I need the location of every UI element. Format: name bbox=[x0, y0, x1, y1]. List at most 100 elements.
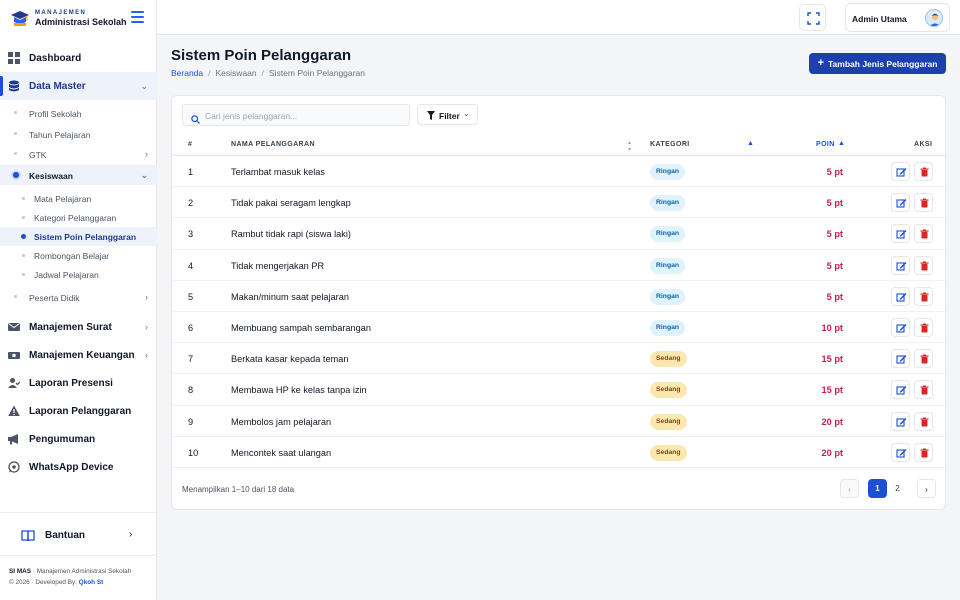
sidebar-item-label: Manajemen Keuangan bbox=[29, 349, 135, 361]
filter-button[interactable]: Filter ⌄ bbox=[417, 104, 478, 125]
pagination-page-2[interactable]: 2 bbox=[888, 479, 907, 498]
book-icon bbox=[21, 529, 35, 547]
edit-button[interactable] bbox=[891, 380, 910, 400]
violation-table-card: Filter ⌄ # NAMA PELANGGARAN ▴▾ KATEGORI … bbox=[171, 95, 946, 510]
sort-asc-icon[interactable]: ▲ bbox=[838, 140, 845, 147]
add-button-label: Tambah Jenis Pelanggaran bbox=[828, 58, 938, 69]
footer-copy: © 2026 · Developed By: bbox=[9, 578, 79, 586]
footer-dev[interactable]: Qkoh St bbox=[79, 579, 104, 586]
delete-button[interactable] bbox=[914, 380, 933, 400]
edit-icon bbox=[896, 417, 907, 427]
delete-button[interactable] bbox=[914, 193, 933, 213]
fullscreen-icon bbox=[807, 12, 820, 25]
edit-icon bbox=[896, 292, 907, 302]
breadcrumb-beranda[interactable]: Beranda bbox=[171, 68, 203, 78]
edit-button[interactable] bbox=[891, 255, 910, 275]
col-points[interactable]: POIN bbox=[816, 141, 835, 148]
row-number: 2 bbox=[188, 198, 194, 209]
category-badge: Sedang bbox=[650, 351, 687, 368]
delete-button[interactable] bbox=[914, 349, 933, 369]
points-value: 5 pt bbox=[826, 291, 843, 302]
category-badge: Ringan bbox=[650, 195, 686, 212]
sidebar-item-label: Manajemen Surat bbox=[29, 321, 112, 333]
edit-button[interactable] bbox=[891, 193, 910, 213]
pagination-page-1[interactable]: 1 bbox=[868, 479, 887, 498]
edit-icon bbox=[896, 199, 907, 208]
search-box[interactable] bbox=[182, 104, 410, 126]
sidebar-item-label: Dashboard bbox=[29, 53, 82, 64]
points-value: 20 pt bbox=[821, 447, 843, 458]
sidebar-item-pengumuman[interactable]: Pengumuman bbox=[0, 425, 157, 453]
edit-button[interactable] bbox=[891, 286, 910, 306]
sidebar-item-dashboard[interactable]: Dashboard bbox=[0, 44, 157, 72]
pagination-prev[interactable]: ‹ bbox=[840, 479, 859, 498]
pagination-next[interactable]: › bbox=[917, 479, 936, 498]
chevron-down-icon: ⌄ bbox=[140, 169, 148, 180]
search-input[interactable] bbox=[205, 108, 405, 123]
sidebar-item-manajemen-surat[interactable]: Manajemen Surat › bbox=[0, 313, 157, 341]
row-number: 1 bbox=[188, 167, 194, 177]
menu-toggle-icon[interactable] bbox=[131, 11, 144, 23]
sidebar-sub-tahun-pelajaran[interactable]: Tahun Pelajaran bbox=[0, 124, 157, 145]
sidebar-item-whatsapp-device[interactable]: WhatsApp Device bbox=[0, 453, 157, 481]
chevron-right-icon: › bbox=[145, 321, 148, 332]
sidebar-sub-kategori-pelanggaran[interactable]: Kategori Pelanggaran bbox=[0, 208, 157, 227]
col-actions: AKSI bbox=[914, 141, 933, 148]
sub-label: Jadwal Pelajaran bbox=[34, 270, 99, 280]
edit-button[interactable] bbox=[891, 224, 910, 244]
edit-button[interactable] bbox=[891, 442, 910, 462]
delete-button[interactable] bbox=[914, 411, 933, 431]
sub-label: Sistem Poin Pelanggaran bbox=[34, 232, 137, 242]
sidebar-sub-kesiswaan[interactable]: Kesiswaan ⌄ bbox=[0, 164, 157, 185]
add-violation-type-button[interactable]: + Tambah Jenis Pelanggaran bbox=[809, 53, 946, 74]
violation-name: Mencontek saat ulangan bbox=[231, 447, 332, 458]
category-badge: Ringan bbox=[650, 226, 686, 243]
sidebar-item-laporan-presensi[interactable]: Laporan Presensi bbox=[0, 369, 157, 397]
edit-button[interactable] bbox=[891, 411, 910, 431]
envelope-icon bbox=[8, 321, 20, 333]
sort-asc-icon[interactable]: ▲ bbox=[747, 140, 754, 147]
category-badge: Ringan bbox=[650, 288, 686, 305]
user-name: Admin Utama bbox=[852, 14, 907, 24]
edit-button[interactable] bbox=[891, 349, 910, 369]
sidebar-item-data-master[interactable]: Data Master ⌄ bbox=[0, 72, 157, 100]
sidebar-sub-sistem-poin[interactable]: Sistem Poin Pelanggaran bbox=[0, 227, 157, 246]
fullscreen-button[interactable] bbox=[799, 4, 826, 31]
sidebar-sub-mata-pelajaran[interactable]: Mata Pelajaran bbox=[0, 189, 157, 208]
sidebar-sub-gtk[interactable]: GTK › bbox=[0, 144, 157, 165]
delete-button[interactable] bbox=[914, 255, 933, 275]
delete-button[interactable] bbox=[914, 442, 933, 462]
breadcrumb-kesiswaan[interactable]: Kesiswaan bbox=[216, 68, 257, 78]
delete-button[interactable] bbox=[914, 162, 933, 181]
table-row: 10 Mencontek saat ulangan Sedang 20 pt bbox=[172, 437, 945, 468]
edit-button[interactable] bbox=[891, 318, 910, 337]
sidebar-sub-peserta-didik[interactable]: Peserta Didik › bbox=[0, 287, 157, 308]
breadcrumb-current: Sistem Poin Pelanggaran bbox=[269, 68, 365, 78]
user-menu[interactable]: Admin Utama bbox=[845, 3, 950, 32]
sidebar-sub-rombongan-belajar[interactable]: Rombongan Belajar bbox=[0, 246, 157, 265]
sidebar-item-label: Laporan Presensi bbox=[29, 377, 113, 389]
plus-icon: + bbox=[817, 57, 824, 69]
edit-icon bbox=[896, 448, 907, 458]
table-row: 6 Membuang sampah sembarangan Ringan 10 pt bbox=[172, 312, 945, 344]
table-row: 1 Terlambat masuk kelas Ringan 5 pt bbox=[172, 156, 945, 188]
col-name[interactable]: NAMA PELANGGARAN bbox=[231, 141, 315, 148]
sidebar-sub-jadwal-pelajaran[interactable]: Jadwal Pelajaran bbox=[0, 265, 157, 284]
trash-icon bbox=[920, 198, 929, 208]
violation-name: Makan/minum saat pelajaran bbox=[231, 291, 349, 302]
help-link[interactable]: Bantuan › bbox=[0, 512, 157, 556]
row-number: 8 bbox=[188, 385, 194, 396]
sort-icon[interactable]: ▴ ▾ bbox=[628, 139, 631, 153]
sidebar-item-manajemen-keuangan[interactable]: Manajemen Keuangan › bbox=[0, 341, 157, 369]
delete-button[interactable] bbox=[914, 286, 933, 306]
category-badge: Ringan bbox=[650, 320, 686, 336]
sidebar-sub-profil-sekolah[interactable]: Profil Sekolah bbox=[0, 103, 157, 124]
delete-button[interactable] bbox=[914, 224, 933, 244]
violation-name: Tidak mengerjakan PR bbox=[231, 260, 325, 271]
trash-icon bbox=[920, 261, 929, 271]
delete-button[interactable] bbox=[914, 318, 933, 337]
avatar bbox=[925, 9, 943, 27]
sidebar-item-laporan-pelanggaran[interactable]: Laporan Pelanggaran bbox=[0, 397, 157, 425]
col-category[interactable]: KATEGORI bbox=[650, 141, 690, 148]
edit-button[interactable] bbox=[891, 162, 910, 181]
